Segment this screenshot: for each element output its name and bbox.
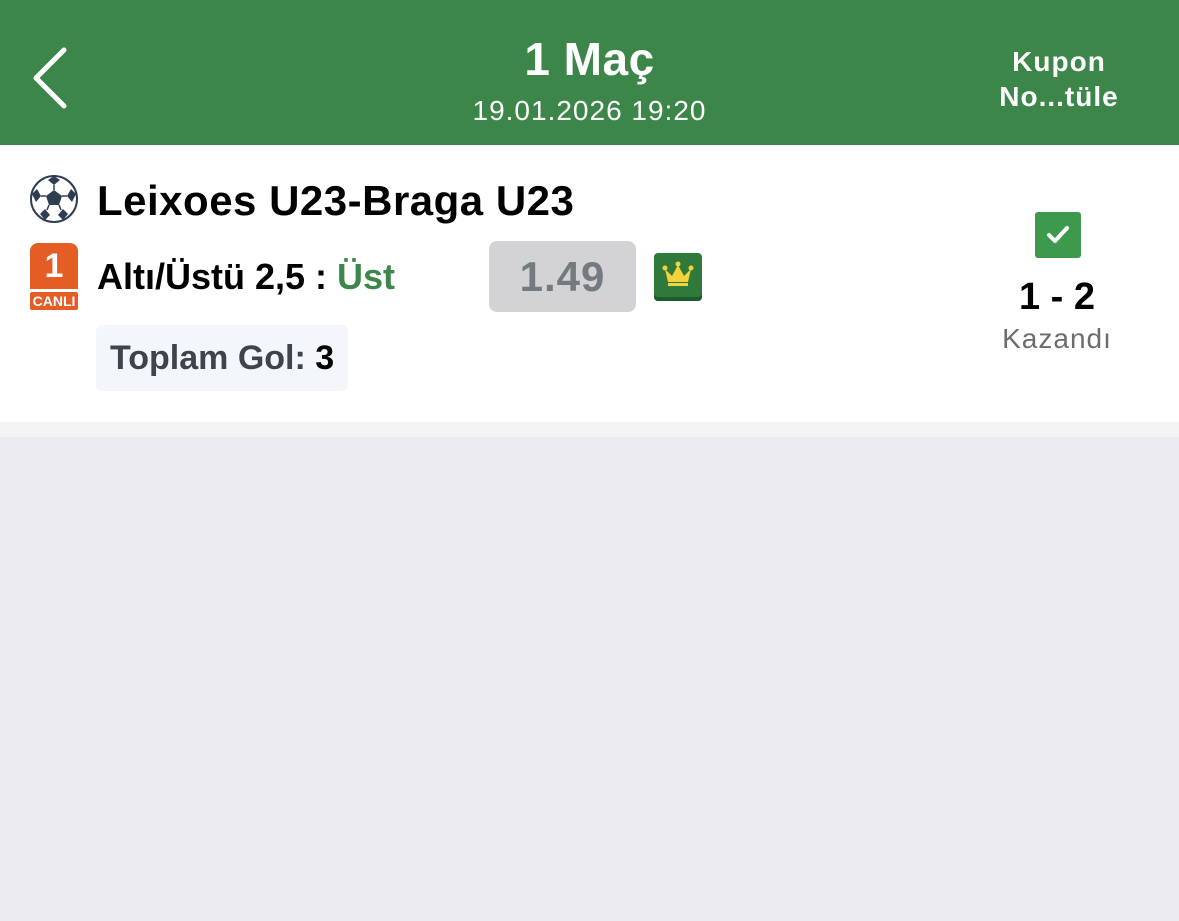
crown-icon — [654, 253, 702, 301]
total-goals-label: Toplam Gol: — [110, 339, 316, 377]
live-badge-label: CANLI — [30, 292, 78, 310]
bet-pick: Üst — [337, 256, 396, 297]
total-goals-box: Toplam Gol: 3 — [96, 325, 349, 391]
live-badge: 1 CANLI — [30, 243, 78, 313]
total-goals-value: 3 — [315, 339, 335, 377]
soccer-ball-icon — [30, 175, 78, 223]
kupon-label-line1: Kupon — [1012, 46, 1106, 77]
match-card: Leixoes U23-Braga U23 1 CANLI Altı/Üstü … — [0, 145, 1179, 422]
kupon-notule-button[interactable]: Kupon No...tüle — [979, 44, 1139, 114]
odds-box: 1.49 — [489, 241, 636, 312]
checkbox-checked-icon — [1035, 212, 1081, 258]
empty-content-area — [0, 437, 1179, 921]
top-navigation-bar: 1 Maç 19.01.2026 19:20 Kupon No...tüle — [0, 0, 1179, 145]
card-divider — [0, 422, 1179, 437]
bet-market: Altı/Üstü 2,5 : — [97, 256, 338, 297]
match-title: Leixoes U23-Braga U23 — [97, 177, 575, 224]
result-status: Kazandı — [1002, 323, 1112, 354]
live-badge-number: 1 — [30, 243, 78, 289]
kupon-label-line2: No...tüle — [999, 81, 1119, 112]
bet-selection: Altı/Üstü 2,5 : Üst — [97, 256, 395, 298]
match-score: 1 - 2 — [1018, 276, 1096, 318]
